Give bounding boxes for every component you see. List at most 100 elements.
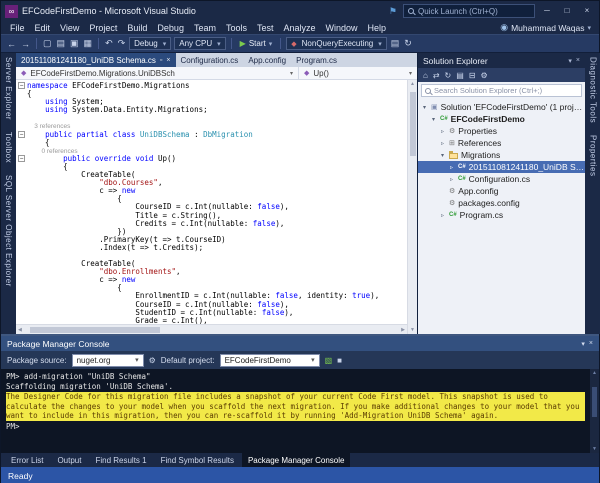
menu-item-project[interactable]: Project — [84, 23, 122, 33]
pmc-header[interactable]: Package Manager Console ▾ × — [1, 336, 599, 351]
close-button[interactable]: × — [579, 4, 595, 18]
type-dropdown[interactable]: ◆ EFCodeFirstDemo.Migrations.UniDBSch ▾ — [16, 67, 299, 79]
new-file-icon[interactable]: ▢ — [42, 38, 53, 49]
quick-launch-input[interactable]: Quick Launch (Ctrl+Q) — [403, 4, 535, 18]
tree-expander-icon[interactable]: ▾ — [439, 152, 446, 159]
tree-item-program-cs[interactable]: ▹C#Program.cs — [418, 209, 585, 221]
start-debug-button[interactable]: ▶ Start ▾ — [237, 39, 276, 48]
code-line[interactable]: public override void Up() — [16, 155, 407, 163]
feedback-flag-icon[interactable]: ⚑ — [387, 6, 399, 17]
undo-icon[interactable]: ↶ — [104, 38, 114, 49]
editor-vertical-scrollbar[interactable]: ▲ ▼ — [407, 80, 417, 334]
close-icon[interactable]: × — [589, 340, 593, 347]
menu-item-window[interactable]: Window — [321, 23, 363, 33]
tree-item-migrations[interactable]: ▾Migrations — [418, 149, 585, 161]
tree-expander-icon[interactable]: ▹ — [448, 164, 455, 171]
code-line[interactable]: .Index(t => t.Credits); — [16, 244, 407, 252]
dock-tab-properties[interactable]: Properties — [589, 135, 598, 176]
tree-expander-icon[interactable]: ▹ — [439, 140, 446, 147]
intellitrace-event-dropdown[interactable]: ◆ NonQueryExecuting ▾ — [286, 37, 387, 50]
tree-item-efcodefirstdemo[interactable]: ▾C#EFCodeFirstDemo — [418, 113, 585, 125]
menu-item-analyze[interactable]: Analyze — [279, 23, 321, 33]
auto-hide-icon[interactable]: ▾ — [581, 340, 585, 348]
panel-tab-error-list[interactable]: Error List — [5, 453, 49, 467]
collapse-all-icon[interactable]: ⊟ — [469, 71, 476, 80]
solution-explorer-search-input[interactable]: Search Solution Explorer (Ctrl+;) — [421, 84, 582, 97]
signed-in-user[interactable]: ◉ Muhammad Waqas ▾ — [500, 22, 595, 33]
stop-icon[interactable]: ■ — [337, 356, 342, 365]
package-source-settings-icon[interactable]: ⚙ — [149, 356, 156, 365]
panel-tab-package-manager-console[interactable]: Package Manager Console — [242, 453, 351, 467]
open-file-icon[interactable]: ▤ — [56, 38, 67, 49]
fold-toggle-icon[interactable] — [18, 131, 25, 138]
code-line[interactable] — [16, 114, 407, 122]
save-icon[interactable]: ▣ — [69, 38, 80, 49]
solution-configuration-dropdown[interactable]: Debug ▾ — [129, 37, 171, 50]
horizontal-scroll-thumb[interactable] — [30, 327, 160, 333]
tree-item-properties[interactable]: ▹⚙Properties — [418, 125, 585, 137]
keep-open-icon[interactable]: ▫ — [160, 57, 162, 64]
panel-tab-find-results-1[interactable]: Find Results 1 — [89, 453, 152, 467]
default-project-dropdown[interactable]: EFCodeFirstDemo ▾ — [220, 354, 320, 367]
tree-item-201511081241180-unidb-schema-cs[interactable]: ▹C#201511081241180_UniDB Schema.cs — [418, 161, 585, 173]
package-source-dropdown[interactable]: nuget.org ▾ — [72, 354, 144, 367]
redo-icon[interactable]: ↷ — [117, 38, 127, 49]
fold-toggle-icon[interactable] — [18, 155, 25, 162]
member-dropdown[interactable]: ◆ Up() ▾ — [299, 67, 417, 79]
menu-item-help[interactable]: Help — [363, 23, 392, 33]
code-line[interactable]: public partial class UniDBSchema : DbMig… — [16, 131, 407, 139]
tree-item-solution-efcodefirstdemo-1-project[interactable]: ▾▣Solution 'EFCodeFirstDemo' (1 project) — [418, 101, 585, 113]
code-line[interactable]: using System.Data.Entity.Migrations; — [16, 106, 407, 114]
scroll-up-icon[interactable]: ▲ — [592, 369, 597, 377]
tree-item-packages-config[interactable]: ⚙packages.config — [418, 197, 585, 209]
document-tab-201511081241180-unidb-schema-cs[interactable]: 201511081241180_UniDB Schema.cs▫× — [16, 53, 176, 67]
document-tab-program-cs[interactable]: Program.cs — [291, 53, 342, 67]
menu-item-team[interactable]: Team — [189, 23, 221, 33]
show-all-icon[interactable]: ▤ — [456, 71, 464, 80]
scroll-right-icon[interactable]: ▶ — [401, 326, 405, 334]
close-icon[interactable]: × — [576, 57, 580, 64]
tree-item-app-config[interactable]: ⚙App.config — [418, 185, 585, 197]
menu-item-test[interactable]: Test — [252, 23, 279, 33]
properties-icon[interactable]: ⚙ — [481, 71, 488, 80]
maximize-button[interactable]: □ — [559, 4, 575, 18]
menu-item-file[interactable]: File — [5, 23, 30, 33]
tree-expander-icon[interactable]: ▾ — [430, 116, 437, 123]
menu-item-tools[interactable]: Tools — [221, 23, 252, 33]
panel-tab-find-symbol-results[interactable]: Find Symbol Results — [155, 453, 240, 467]
solution-explorer-header[interactable]: Solution Explorer ▾ × — [418, 53, 585, 68]
scroll-down-icon[interactable]: ▼ — [592, 445, 597, 453]
tree-expander-icon[interactable]: ▹ — [448, 176, 455, 183]
editor-horizontal-scrollbar[interactable]: ◀ ▶ — [16, 324, 407, 334]
navigate-back-icon[interactable]: ← — [6, 39, 17, 49]
code-line[interactable]: namespace EFCodeFirstDemo.Migrations — [16, 82, 407, 90]
sync-icon[interactable]: ⇄ — [433, 71, 440, 80]
scroll-left-icon[interactable]: ◀ — [18, 326, 22, 334]
solution-platform-dropdown[interactable]: Any CPU ▾ — [174, 37, 225, 50]
tree-item-configuration-cs[interactable]: ▹C#Configuration.cs — [418, 173, 585, 185]
navigate-forward-icon[interactable]: → — [20, 39, 31, 49]
menu-item-edit[interactable]: Edit — [30, 23, 56, 33]
auto-hide-icon[interactable]: ▾ — [568, 57, 572, 65]
document-tab-app-config[interactable]: App.config — [243, 53, 291, 67]
refresh-icon[interactable]: ↻ — [403, 38, 413, 49]
menu-item-build[interactable]: Build — [122, 23, 152, 33]
console-scroll-thumb[interactable] — [592, 387, 597, 417]
console-scrollbar[interactable]: ▲ ▼ — [590, 369, 599, 453]
vertical-scroll-thumb[interactable] — [410, 92, 416, 156]
dock-tab-toolbox[interactable]: Toolbox — [4, 132, 13, 163]
dock-tab-server-explorer[interactable]: Server Explorer — [4, 57, 13, 120]
scroll-up-icon[interactable]: ▲ — [410, 80, 415, 88]
home-icon[interactable]: ⌂ — [423, 71, 428, 80]
dock-tab-sql-server-object-explorer[interactable]: SQL Server Object Explorer — [4, 175, 13, 287]
code-line[interactable]: { — [16, 139, 407, 147]
document-tab-configuration-cs[interactable]: Configuration.cs — [176, 53, 244, 67]
tree-item-references[interactable]: ▹⊞References — [418, 137, 585, 149]
clear-console-icon[interactable]: ▧ — [325, 356, 333, 365]
refresh-icon[interactable]: ↻ — [445, 71, 452, 80]
close-tab-icon[interactable]: × — [166, 57, 170, 64]
console-output[interactable]: PM> add-migration "UniDB Schema"Scaffold… — [1, 369, 590, 453]
menu-item-debug[interactable]: Debug — [152, 23, 189, 33]
save-all-icon[interactable]: ▦ — [83, 38, 94, 49]
menu-item-view[interactable]: View — [55, 23, 84, 33]
